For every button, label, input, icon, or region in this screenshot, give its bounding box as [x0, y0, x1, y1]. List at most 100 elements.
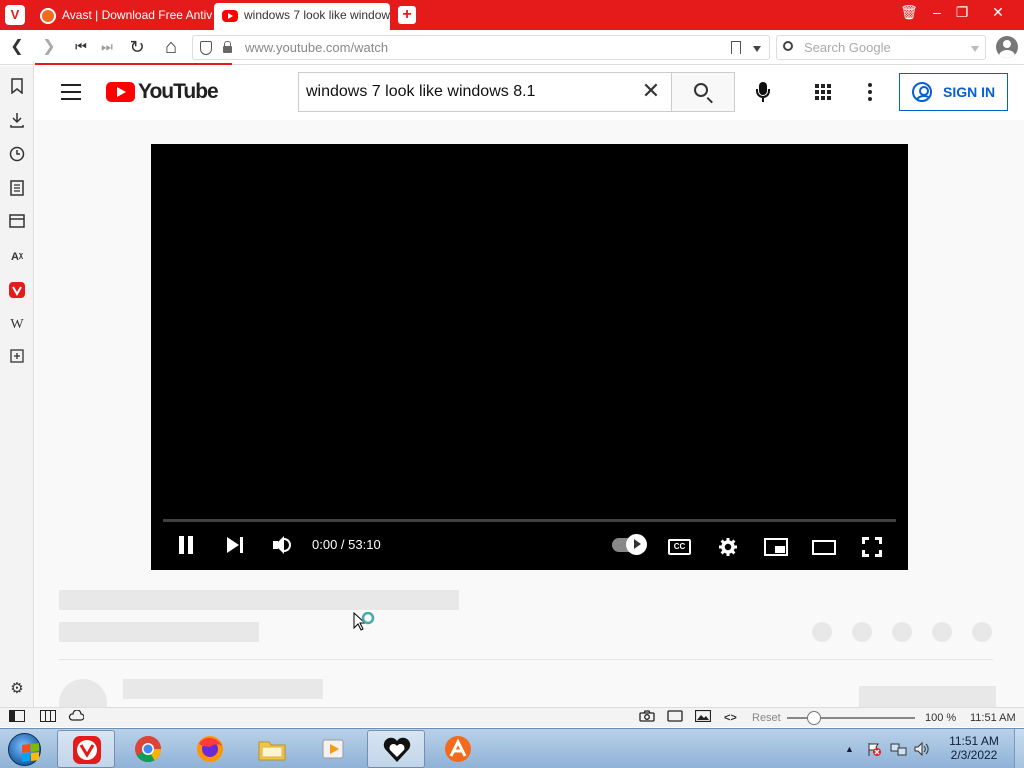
- next-video-icon[interactable]: [225, 532, 245, 558]
- zoom-reset-label[interactable]: Reset: [752, 710, 781, 726]
- zoom-slider-handle[interactable]: [807, 711, 821, 725]
- address-toolbar: ❮ ❯ ⏮ ⏭ ↻ ⌂ www.youtube.com/watch Search…: [0, 30, 1024, 65]
- tray-overflow-arrow-icon[interactable]: ▲: [845, 729, 854, 768]
- rewind-button[interactable]: ⏮: [70, 36, 92, 58]
- taskbar-heart-app[interactable]: [367, 730, 425, 768]
- tray-time: 11:51 AM: [949, 734, 999, 748]
- bookmark-icon[interactable]: [731, 41, 741, 54]
- trash-icon[interactable]: 🗑: [897, 2, 921, 24]
- youtube-search-button[interactable]: [672, 72, 735, 112]
- lock-icon[interactable]: [223, 41, 232, 53]
- tab-avast[interactable]: Avast | Download Free Antivirus: [32, 3, 212, 30]
- fullscreen-icon[interactable]: [862, 537, 882, 557]
- subtitle-skeleton: [59, 622, 259, 642]
- history-icon[interactable]: [8, 146, 26, 164]
- code-icon[interactable]: <>: [724, 710, 737, 726]
- add-panel-icon[interactable]: [8, 349, 26, 367]
- settings-gear-icon[interactable]: [718, 537, 738, 557]
- download-icon[interactable]: [8, 112, 26, 130]
- minimize-button[interactable]: –: [925, 2, 949, 24]
- avast-icon: [445, 736, 471, 762]
- tile-tabs-icon[interactable]: [40, 710, 56, 726]
- youtube-search-input[interactable]: windows 7 look like windows 8.1 ✕: [298, 72, 672, 112]
- action-skeleton: [932, 622, 952, 642]
- taskbar-firefox[interactable]: [181, 730, 239, 768]
- tray-clock[interactable]: 11:51 AM 2/3/2022: [938, 729, 1010, 768]
- bookmark-panel-icon[interactable]: [8, 78, 26, 96]
- network-icon[interactable]: [890, 741, 908, 768]
- sign-in-button[interactable]: SIGN IN: [899, 73, 1008, 111]
- vivaldi-menu-button[interactable]: V: [5, 5, 25, 25]
- search-placeholder: Search Google: [804, 40, 891, 55]
- taskbar-avast[interactable]: [429, 730, 487, 768]
- channel-avatar-skeleton: [59, 679, 107, 707]
- tray-date: 2/3/2022: [950, 748, 998, 762]
- images-icon[interactable]: [694, 709, 712, 726]
- address-text[interactable]: www.youtube.com/watch: [245, 36, 388, 60]
- close-button[interactable]: ✕: [986, 2, 1010, 24]
- search-icon: [783, 41, 793, 51]
- maximize-button[interactable]: ❐: [950, 2, 974, 24]
- menu-hamburger-icon[interactable]: [61, 84, 81, 100]
- divider: [59, 659, 993, 660]
- search-engine-dropdown-icon[interactable]: [971, 46, 979, 52]
- theater-mode-icon[interactable]: [812, 540, 836, 555]
- sync-cloud-icon[interactable]: [68, 709, 85, 726]
- time-display: 0:00 / 53:10: [312, 537, 381, 552]
- forward-button[interactable]: ❯: [38, 36, 60, 58]
- vivaldi-panel-icon[interactable]: [8, 282, 26, 300]
- volume-icon[interactable]: [271, 532, 295, 558]
- translate-icon[interactable]: Aᵡ: [8, 248, 26, 266]
- channel-name-skeleton: [123, 679, 323, 699]
- video-player[interactable]: 0:00 / 53:10 CC: [151, 144, 908, 570]
- camera-icon[interactable]: [639, 710, 655, 726]
- zoom-slider[interactable]: [787, 711, 915, 725]
- search-field[interactable]: Search Google: [776, 35, 986, 60]
- taskbar-file-explorer[interactable]: [243, 730, 301, 768]
- miniplayer-icon[interactable]: [764, 538, 788, 556]
- start-button[interactable]: [3, 730, 47, 768]
- show-desktop-button[interactable]: [1014, 729, 1024, 768]
- apps-grid-icon[interactable]: [815, 84, 831, 100]
- video-progress-bar[interactable]: [163, 519, 896, 522]
- address-field[interactable]: www.youtube.com/watch: [192, 35, 770, 60]
- back-button[interactable]: ❮: [6, 36, 28, 58]
- window-panel-icon[interactable]: [8, 214, 26, 232]
- action-skeleton: [892, 622, 912, 642]
- address-dropdown-icon[interactable]: [753, 46, 761, 52]
- captions-cc-icon[interactable]: CC: [668, 539, 691, 555]
- taskbar-vivaldi[interactable]: [57, 730, 115, 768]
- pause-icon[interactable]: [177, 532, 195, 558]
- wikipedia-icon[interactable]: W: [8, 316, 26, 334]
- youtube-favicon-icon: [222, 10, 238, 22]
- reload-button[interactable]: ↻: [126, 36, 148, 58]
- clear-search-icon[interactable]: ✕: [641, 80, 661, 102]
- search-icon: [694, 83, 708, 97]
- autoplay-toggle[interactable]: [612, 534, 647, 555]
- shield-icon[interactable]: [200, 41, 212, 55]
- action-center-flag-icon[interactable]: [866, 741, 882, 768]
- chrome-icon: [135, 736, 162, 763]
- volume-icon[interactable]: [913, 741, 931, 768]
- page-load-progress: [35, 63, 232, 65]
- screen: V Avast | Download Free Antivirus window…: [0, 0, 1024, 768]
- action-skeleton: [852, 622, 872, 642]
- notes-icon[interactable]: [8, 180, 26, 198]
- taskbar-media-player[interactable]: [305, 730, 363, 768]
- voice-search-mic-icon[interactable]: [753, 80, 773, 104]
- more-options-icon[interactable]: [868, 83, 872, 101]
- side-panel: Aᵡ W ⚙: [0, 66, 34, 707]
- home-button[interactable]: ⌂: [160, 36, 182, 58]
- panel-toggle-icon[interactable]: [9, 710, 25, 726]
- profile-avatar-icon[interactable]: [996, 36, 1018, 58]
- taskbar-chrome[interactable]: [119, 730, 177, 768]
- search-query-text[interactable]: windows 7 look like windows 8.1: [306, 73, 535, 111]
- page-actions-icon[interactable]: [667, 710, 683, 726]
- tab-youtube[interactable]: windows 7 look like windows 8.1 - YouTub…: [214, 3, 390, 30]
- youtube-page: YouTube windows 7 look like windows 8.1 …: [35, 66, 1024, 707]
- windows-taskbar: ▲ 11:51 AM 2/3/2022: [0, 728, 1024, 768]
- avast-favicon-icon: [40, 8, 56, 24]
- new-tab-button[interactable]: +: [398, 6, 416, 24]
- settings-gear-icon[interactable]: ⚙: [8, 680, 26, 698]
- fast-forward-button[interactable]: ⏭: [96, 36, 118, 58]
